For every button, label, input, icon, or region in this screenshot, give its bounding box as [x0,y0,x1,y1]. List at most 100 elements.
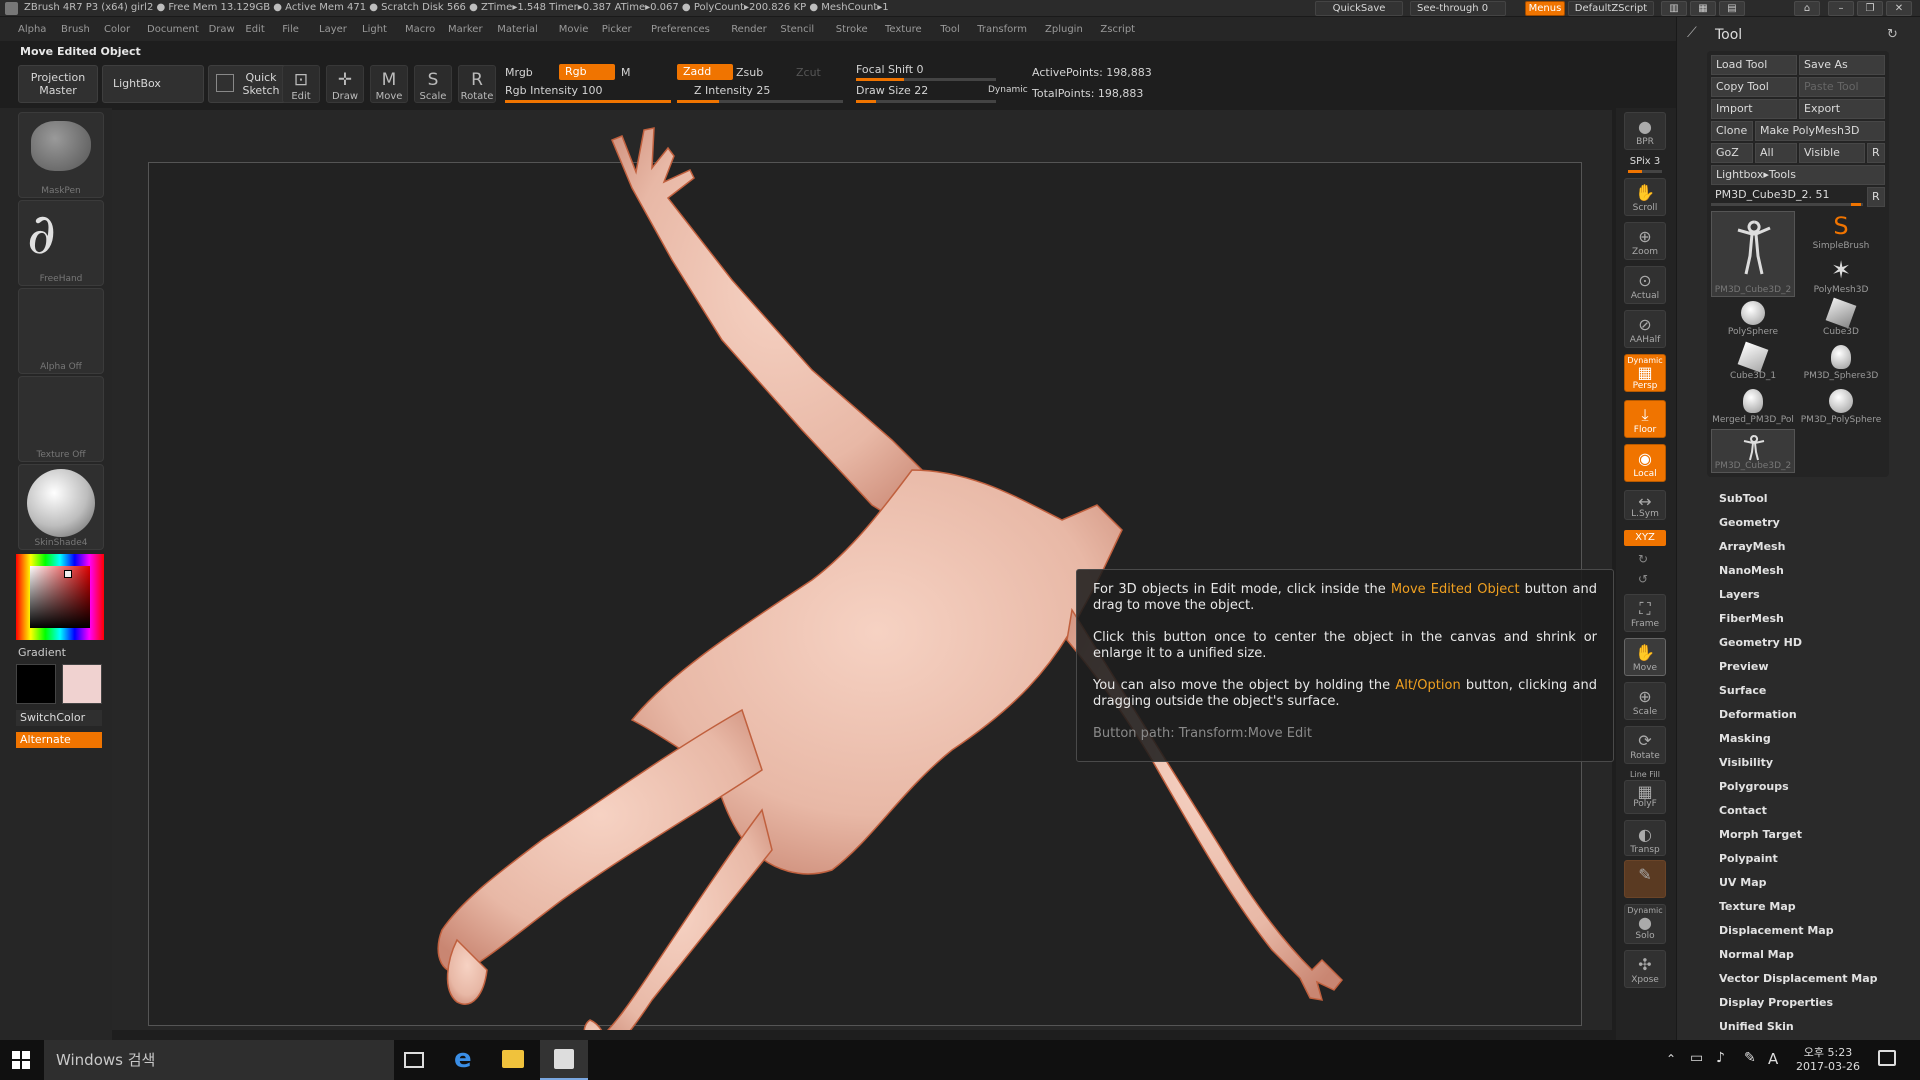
zadd-button[interactable]: Zadd [677,64,733,80]
menu-macro[interactable]: Macro [405,24,435,35]
edit-button[interactable]: ⊡ Edit [282,65,320,103]
rgb-button[interactable]: Rgb [559,64,615,80]
zbrush-taskbar-button[interactable] [540,1040,588,1080]
network-icon[interactable]: ▭ [1690,1050,1703,1066]
layout-icon-2[interactable]: ▦ [1690,1,1716,16]
rotate-button[interactable]: R Rotate [458,65,496,103]
polyf-button[interactable]: ▦ PolyF [1624,780,1666,814]
subpalette-vector-displacement-map[interactable]: Vector Displacement Map [1719,972,1878,985]
lock-icon[interactable]: ⌂ [1794,1,1820,16]
transp-button[interactable]: ◐ Transp [1624,820,1666,856]
tool-thumb-4[interactable]: Cube3D [1799,297,1883,343]
minimize-icon[interactable]: – [1828,1,1854,16]
projection-master-button[interactable]: Projection Master [18,65,98,103]
subpalette-morph-target[interactable]: Morph Target [1719,828,1802,841]
scale-view-button[interactable]: ⊕ Scale [1624,682,1666,720]
task-view-icon[interactable] [404,1052,424,1068]
menu-edit[interactable]: Edit [245,24,264,35]
menu-movie[interactable]: Movie [559,24,589,35]
current-tool-track[interactable] [1711,203,1863,206]
lsym-button[interactable]: ↔ L.Sym [1624,490,1666,520]
clone-button[interactable]: Clone [1711,121,1753,141]
subpalette-preview[interactable]: Preview [1719,660,1769,673]
focal-shift-slider[interactable]: Focal Shift 0 [856,63,924,76]
subpalette-deformation[interactable]: Deformation [1719,708,1797,721]
copy-tool-button[interactable]: Copy Tool [1711,77,1797,97]
texture-tile[interactable]: Texture Off [18,376,104,462]
mrgb-button[interactable]: Mrgb [505,66,533,79]
make-polymesh-button[interactable]: Make PolyMesh3D [1755,121,1885,141]
menu-light[interactable]: Light [362,24,387,35]
floor-button[interactable]: ⤓ Floor [1624,400,1666,438]
draw-size-slider[interactable]: Draw Size 22 [856,84,928,97]
maximize-icon[interactable]: ❐ [1857,1,1883,16]
subpalette-subtool[interactable]: SubTool [1719,492,1768,505]
scroll-button[interactable]: ✋ Scroll [1624,178,1666,216]
subpalette-masking[interactable]: Masking [1719,732,1771,745]
volume-icon[interactable]: ♪ [1716,1050,1725,1066]
subpalette-nanomesh[interactable]: NanoMesh [1719,564,1784,577]
local-button[interactable]: ◉ Local [1624,444,1666,482]
menu-marker[interactable]: Marker [448,24,483,35]
subpalette-uv-map[interactable]: UV Map [1719,876,1767,889]
lightbox-tools-button[interactable]: Lightbox▸Tools [1711,165,1885,185]
close-icon[interactable]: ✕ [1886,1,1912,16]
dynamic-toggle[interactable]: Dynamic [988,85,1028,95]
rotate-axis-icon-2[interactable]: ↺ [1638,572,1648,586]
goz-visible-button[interactable]: Visible [1799,143,1865,163]
tool-thumb-6[interactable]: PM3D_Sphere3D [1799,343,1883,387]
switchcolor-button[interactable]: SwitchColor [16,710,102,726]
subpalette-surface[interactable]: Surface [1719,684,1766,697]
menu-zplugin[interactable]: Zplugin [1045,24,1083,35]
paste-tool-button[interactable]: Paste Tool [1799,77,1885,97]
primary-color-swatch[interactable] [16,664,56,704]
see-through-slider[interactable]: See-through 0 [1410,1,1506,16]
menu-layer[interactable]: Layer [319,24,347,35]
z-intensity-track[interactable] [677,100,843,103]
subpalette-normal-map[interactable]: Normal Map [1719,948,1794,961]
brush-tile[interactable]: MaskPen [18,112,104,198]
m-button[interactable]: M [621,66,631,79]
xpose-button[interactable]: ✣ Xpose [1624,950,1666,988]
tool-thumb-7[interactable]: Merged_PM3D_Pol [1711,387,1795,431]
tray-expand-icon[interactable]: ⌃ [1666,1052,1676,1066]
subpalette-geometry-hd[interactable]: Geometry HD [1719,636,1802,649]
material-tile[interactable]: SkinShade4 [18,464,104,550]
tool-thumb-5[interactable]: Cube3D_1 [1711,341,1795,387]
move-button[interactable]: M Move [370,65,408,103]
xyz-toggle[interactable]: XYZ [1624,530,1666,546]
menus-button[interactable]: Menus [1525,1,1565,16]
clock[interactable]: 오후 5:23 2017-03-26 [1796,1044,1860,1073]
focal-shift-track[interactable] [856,78,996,81]
export-button[interactable]: Export [1799,99,1885,119]
alpha-tile[interactable]: Alpha Off [18,288,104,374]
subpalette-arraymesh[interactable]: ArrayMesh [1719,540,1785,553]
menu-file[interactable]: File [282,24,299,35]
solo-button[interactable]: Dynamic ● Solo [1624,904,1666,944]
lightbox-button[interactable]: LightBox [102,65,204,103]
draw-size-track[interactable] [856,100,996,103]
draw-button[interactable]: ✛ Draw [326,65,364,103]
subpalette-polygroups[interactable]: Polygroups [1719,780,1789,793]
menu-stroke[interactable]: Stroke [836,24,868,35]
pen-icon[interactable]: ✎ [1744,1050,1756,1066]
subpalette-layers[interactable]: Layers [1719,588,1760,601]
subpalette-fibermesh[interactable]: FiberMesh [1719,612,1784,625]
bpr-button[interactable]: ● BPR [1624,112,1666,150]
goz-button[interactable]: GoZ [1711,143,1753,163]
menu-transform[interactable]: Transform [977,24,1027,35]
subpalette-display-properties[interactable]: Display Properties [1719,996,1833,1009]
layout-icon-3[interactable]: ▤ [1719,1,1745,16]
save-as-button[interactable]: Save As [1799,55,1885,75]
spix-track[interactable] [1628,170,1662,173]
tool-thumb-1[interactable]: S SimpleBrush [1799,211,1883,255]
menu-document[interactable]: Document [147,24,199,35]
menu-tool[interactable]: Tool [940,24,959,35]
tool-thumb-9[interactable]: PM3D_Cube3D_2 [1711,429,1795,473]
subpalette-texture-map[interactable]: Texture Map [1719,900,1796,913]
menu-preferences[interactable]: Preferences [651,24,710,35]
tool-palette-title[interactable]: Tool [1715,27,1742,43]
goz-all-button[interactable]: All [1755,143,1797,163]
spix-slider[interactable]: SPix 3 [1624,156,1666,167]
ghost-button[interactable]: ✎ [1624,860,1666,898]
